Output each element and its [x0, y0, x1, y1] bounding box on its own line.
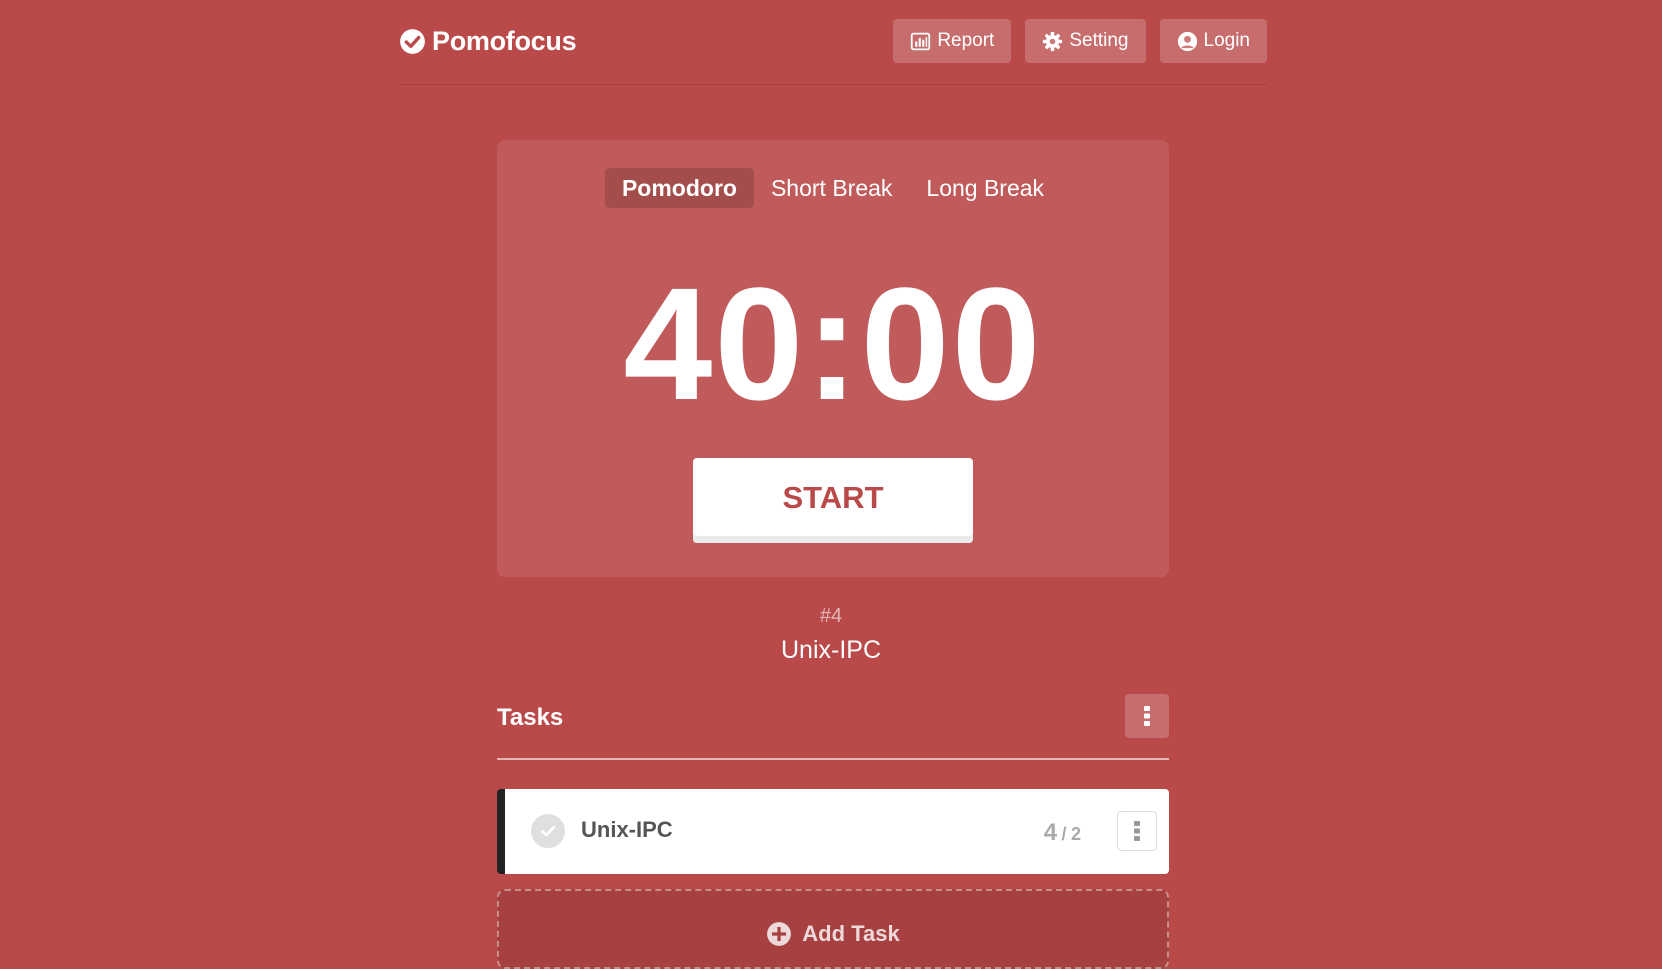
start-button[interactable]: START [693, 458, 973, 543]
bar-chart-icon [911, 32, 931, 50]
task-menu-button[interactable] [1117, 811, 1157, 851]
header: Pomofocus Report Setting Login [399, 0, 1267, 85]
tab-pomodoro[interactable]: Pomodoro [604, 168, 754, 208]
report-label: Report [937, 30, 995, 51]
pomodoro-estimate: 2 [1070, 824, 1081, 844]
task-item[interactable]: Unix-IPC 4 / 2 [497, 789, 1169, 874]
pomodoro-count: 4 / 2 [1044, 819, 1081, 847]
setting-button[interactable]: Setting [1025, 19, 1146, 63]
timer-card: Pomodoro Short Break Long Break 40:00 ST… [497, 140, 1169, 577]
add-task-label: Add Task [802, 921, 900, 946]
login-label: Login [1203, 30, 1251, 51]
tab-long-break[interactable]: Long Break [909, 168, 1061, 208]
check-circle-icon [400, 29, 425, 54]
logo-text: Pomofocus [432, 26, 577, 56]
tasks-header: Tasks [497, 694, 1169, 760]
current-task-title: Unix-IPC [780, 636, 881, 664]
tasks-menu-button[interactable] [1125, 694, 1169, 738]
mode-tabs: Pomodoro Short Break Long Break [497, 168, 1169, 208]
tab-short-break[interactable]: Short Break [754, 168, 909, 208]
login-button[interactable]: Login [1159, 19, 1267, 63]
pomodoro-separator: / [1061, 824, 1067, 844]
add-task-button[interactable]: Add Task [497, 889, 1169, 969]
check-icon [540, 825, 556, 837]
session-number: #4 [819, 605, 843, 627]
tasks-title: Tasks [497, 704, 564, 731]
more-vertical-icon [1144, 706, 1150, 726]
gear-icon [1043, 31, 1063, 51]
setting-label: Setting [1069, 30, 1129, 51]
pomodoro-done: 4 [1043, 819, 1058, 846]
more-vertical-icon [1134, 821, 1140, 841]
report-button[interactable]: Report [893, 19, 1012, 63]
user-circle-icon [1177, 31, 1197, 51]
task-check-button[interactable] [531, 814, 565, 848]
plus-circle-icon [767, 922, 792, 946]
task-name: Unix-IPC [581, 817, 673, 842]
logo[interactable]: Pomofocus [399, 26, 577, 57]
top-nav: Report Setting Login [893, 19, 1267, 63]
timer-display: 40:00 [623, 254, 1043, 433]
